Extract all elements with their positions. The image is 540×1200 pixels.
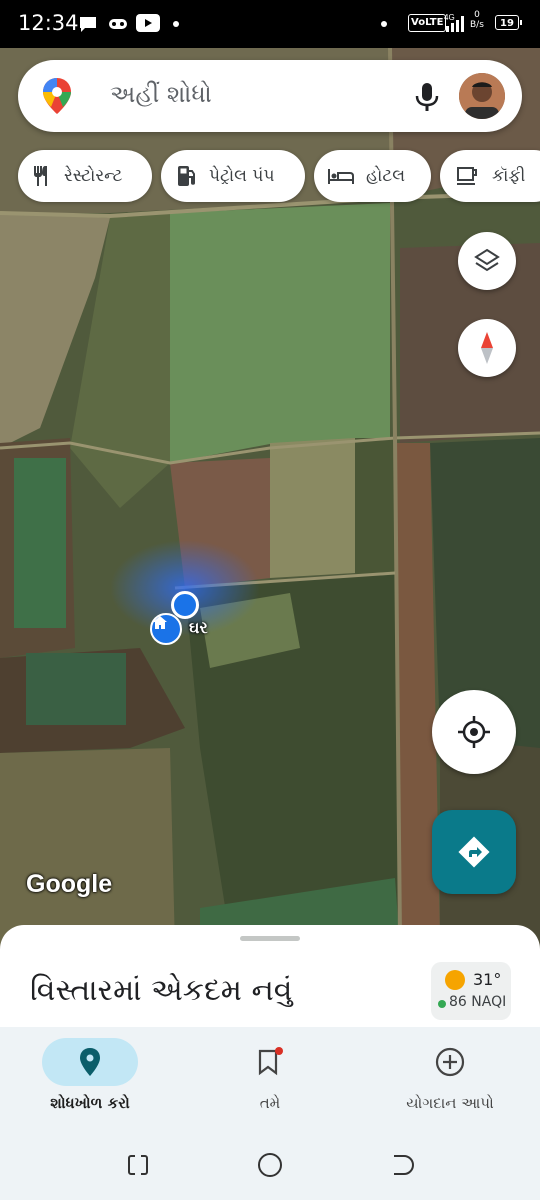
chip-restaurants[interactable]: રેસ્ટોરન્ટ <box>18 150 152 202</box>
current-location-dot <box>171 591 199 619</box>
nav-active-indicator <box>42 1038 138 1086</box>
recent-apps-icon <box>128 1155 148 1175</box>
search-input[interactable]: અહીં શોધો <box>110 80 212 108</box>
restaurant-icon <box>32 165 52 187</box>
net-speed-value: 0 <box>474 10 480 20</box>
nav-label: તમે <box>259 1094 281 1112</box>
weather-widget[interactable]: 31° 86 NAQI <box>431 962 511 1020</box>
gas-station-icon <box>177 165 197 187</box>
sheet-drag-handle[interactable] <box>240 936 300 941</box>
microphone-icon[interactable] <box>414 82 440 116</box>
category-chips: રેસ્ટોરન્ટ પેટ્રોલ પંપ હોટલ કૉફી <box>18 150 540 204</box>
compass-icon <box>481 332 493 364</box>
chip-hotels[interactable]: હોટલ <box>314 150 431 202</box>
back-icon <box>394 1155 414 1175</box>
saved-bookmark-icon <box>258 1047 283 1076</box>
status-bar: 12:34 VoLTE 4G 0 B/s 19 <box>0 0 540 48</box>
signal-label: 4G <box>444 13 455 22</box>
sun-icon <box>445 970 465 990</box>
compass-button[interactable] <box>458 319 516 377</box>
battery-icon: 19 <box>495 15 522 30</box>
home-label: ઘર <box>189 618 208 637</box>
nav-icon-holder <box>222 1038 318 1086</box>
nav-label: શોધખોળ કરો <box>50 1094 130 1112</box>
chip-gas-stations[interactable]: પેટ્રોલ પંપ <box>161 150 305 202</box>
clock: 12:34 <box>18 11 79 35</box>
nav-explore[interactable]: શોધખોળ કરો <box>0 1027 180 1130</box>
nav-label: યોગદાન આપો <box>406 1094 494 1112</box>
air-quality-dot <box>438 1000 446 1008</box>
chat-notification-icon <box>78 15 98 37</box>
air-quality-index: 86 NAQI <box>449 994 507 1010</box>
game-notification-icon <box>108 16 128 35</box>
explore-pin-icon <box>80 1048 100 1076</box>
nav-contribute[interactable]: યોગદાન આપો <box>360 1027 540 1130</box>
net-speed: 0 B/s <box>470 10 484 30</box>
recent-apps-button[interactable] <box>123 1150 153 1180</box>
coffee-icon <box>456 166 480 186</box>
home-button[interactable] <box>255 1150 285 1180</box>
status-dot <box>381 21 387 27</box>
youtube-notification-icon <box>136 14 160 36</box>
home-icon <box>153 616 167 629</box>
chip-label: હોટલ <box>366 166 406 186</box>
my-location-button[interactable] <box>432 690 516 774</box>
chip-coffee[interactable]: કૉફી <box>440 150 540 202</box>
chip-label: પેટ્રોલ પંપ <box>209 166 275 186</box>
directions-icon <box>458 836 490 868</box>
more-notifications-dot <box>173 21 179 27</box>
weather-temperature: 31° <box>473 970 502 989</box>
search-bar[interactable]: અહીં શોધો <box>18 60 522 132</box>
contribute-plus-icon <box>435 1047 465 1077</box>
google-attribution: Google <box>26 870 113 898</box>
home-pin[interactable] <box>150 613 182 645</box>
sheet-title: વિસ્તારમાં એકદમ નવું <box>30 973 293 1008</box>
volte-badge: VoLTE <box>408 14 447 32</box>
layers-button[interactable] <box>458 232 516 290</box>
my-location-icon <box>458 716 490 748</box>
nav-you[interactable]: તમે <box>180 1027 360 1130</box>
layers-icon <box>474 248 500 272</box>
nav-icon-holder <box>402 1038 498 1086</box>
avatar[interactable] <box>459 73 505 119</box>
back-button[interactable] <box>387 1150 417 1180</box>
chip-label: રેસ્ટોરન્ટ <box>64 166 123 186</box>
net-speed-unit: B/s <box>470 20 484 30</box>
directions-button[interactable] <box>432 810 516 894</box>
google-maps-pin-icon <box>42 77 72 119</box>
hotel-icon <box>328 167 354 185</box>
bottom-navigation: શોધખોળ કરો તમે યોગદાન આપો <box>0 1027 540 1130</box>
signal-icon: 4G <box>444 12 466 38</box>
system-navigation-bar <box>0 1130 540 1200</box>
chip-label: કૉફી <box>492 166 526 186</box>
home-circle-icon <box>258 1153 282 1177</box>
